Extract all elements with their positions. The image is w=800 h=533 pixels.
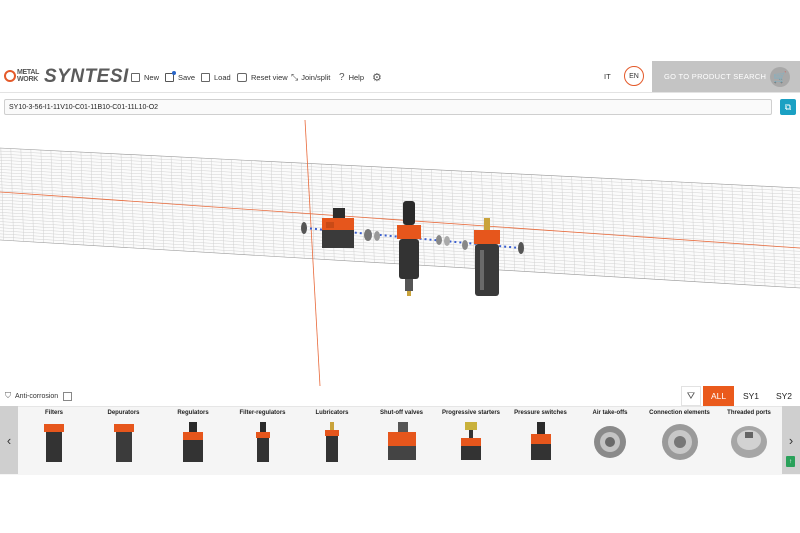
new-button[interactable]: New bbox=[131, 70, 159, 84]
syntesi-logo: SYNTESI bbox=[44, 66, 129, 87]
category-item[interactable]: Threaded ports bbox=[717, 408, 781, 472]
save-icon bbox=[165, 70, 176, 82]
shield-icon: ⛉ bbox=[5, 391, 11, 400]
category-label: Lubricators bbox=[315, 410, 349, 416]
category-label: Shut-off valves bbox=[379, 410, 423, 416]
category-thumbnail bbox=[461, 422, 481, 460]
join-split-icon: ⤡ bbox=[291, 71, 299, 82]
gear-icon: ⚙ bbox=[372, 71, 382, 84]
help-button[interactable]: ? Help bbox=[339, 70, 364, 84]
category-thumbnail bbox=[530, 422, 551, 460]
category-label: Depurators bbox=[107, 410, 140, 416]
anti-corrosion-checkbox[interactable] bbox=[63, 391, 73, 401]
category-item[interactable]: Progressive starters bbox=[439, 408, 503, 472]
help-icon: ? bbox=[339, 71, 345, 83]
category-item[interactable]: Regulators bbox=[161, 408, 225, 472]
settings-button[interactable]: ⚙ bbox=[372, 70, 382, 84]
new-icon bbox=[131, 72, 140, 82]
language-en[interactable]: EN bbox=[624, 66, 644, 86]
copy-code-button[interactable]: ⧉ bbox=[780, 99, 796, 115]
category-item[interactable]: Connection elements bbox=[648, 408, 712, 472]
category-item[interactable]: Shut-off valves bbox=[370, 408, 434, 472]
category-thumbnail bbox=[661, 424, 698, 460]
reset-view-icon bbox=[237, 72, 247, 82]
category-thumbnail bbox=[255, 422, 270, 462]
category-thumbnail bbox=[731, 426, 767, 458]
category-label: Threaded ports bbox=[727, 410, 771, 416]
language-it[interactable]: IT bbox=[604, 72, 611, 81]
category-thumbnail bbox=[183, 422, 203, 462]
category-item[interactable]: Pressure switches bbox=[509, 408, 573, 472]
filter-icon[interactable]: ⛛ bbox=[681, 386, 701, 406]
chevron-left-icon: ‹ bbox=[6, 432, 12, 448]
cart-icon: 🛒 bbox=[770, 67, 790, 87]
go-to-product-search-button[interactable]: GO TO PRODUCT SEARCH 🛒 bbox=[652, 61, 800, 92]
category-item[interactable]: Air take-offs bbox=[578, 408, 642, 472]
category-thumbnail bbox=[594, 426, 626, 458]
category-item[interactable]: Lubricators bbox=[300, 408, 364, 472]
category-thumbnail bbox=[113, 424, 134, 462]
copy-icon: ⧉ bbox=[784, 101, 792, 112]
join-split-button[interactable]: ⤡ Join/split bbox=[291, 70, 330, 84]
category-thumbnail bbox=[387, 422, 416, 460]
category-item[interactable]: Filters bbox=[22, 408, 86, 472]
category-label: Filter-regulators bbox=[239, 410, 286, 416]
tab-sy1[interactable]: SY1 bbox=[736, 386, 766, 406]
status-badge: ↑ bbox=[786, 456, 795, 467]
chevron-right-icon: › bbox=[788, 432, 794, 448]
category-label: Connection elements bbox=[649, 410, 710, 416]
3d-viewport[interactable] bbox=[0, 119, 800, 387]
grid-canvas bbox=[0, 119, 800, 387]
category-thumbnail bbox=[44, 424, 64, 462]
reset-view-button[interactable]: Reset view bbox=[237, 70, 288, 84]
category-thumbnail bbox=[325, 422, 339, 462]
category-label: Pressure switches bbox=[514, 410, 567, 416]
save-button[interactable]: Save bbox=[165, 70, 195, 84]
category-label: Regulators bbox=[177, 410, 209, 416]
anti-corrosion-toggle[interactable]: ⛉ Anti-corrosion bbox=[5, 391, 73, 401]
metal-work-logo: METAL WORK bbox=[4, 68, 40, 86]
category-label: Filters bbox=[44, 410, 63, 416]
category-label: Air take-offs bbox=[592, 410, 628, 416]
load-button[interactable]: Load bbox=[201, 70, 231, 84]
tab-sy2[interactable]: SY2 bbox=[768, 386, 800, 406]
category-label: Progressive starters bbox=[441, 410, 501, 416]
tab-all[interactable]: ALL bbox=[703, 386, 734, 406]
configuration-code-field[interactable]: SY10-3-56-I1-11V10-C01-11B10-C01-11L10-O… bbox=[4, 99, 772, 115]
scroll-left-button[interactable]: ‹ bbox=[0, 406, 18, 474]
category-item[interactable]: Filter-regulators bbox=[231, 408, 295, 472]
load-icon bbox=[201, 72, 210, 82]
category-item[interactable]: Depurators bbox=[92, 408, 156, 472]
